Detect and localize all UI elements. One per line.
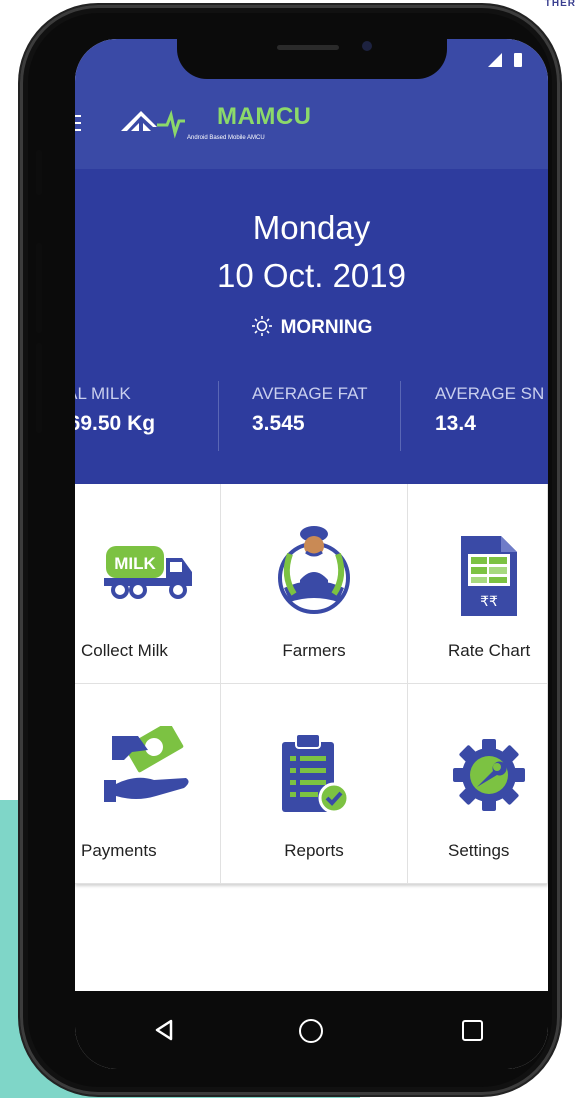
app-bar: MAMCU Android Based Mobile AMCU — [75, 89, 548, 169]
stat-label: TAL MILK — [75, 384, 131, 403]
average-fat-stat: AVERAGE FAT 3.545 — [252, 384, 368, 436]
logo-tagline: Android Based Mobile AMCU — [187, 135, 265, 141]
tile-rate-chart[interactable]: ₹₹ Rate Chart — [408, 484, 548, 684]
tile-collect-milk[interactable]: MILK Collect Milk — [75, 484, 221, 684]
speaker — [277, 45, 339, 50]
date-label: 10 Oct. 2019 — [217, 257, 406, 294]
stat-value: 269.50 Kg — [75, 412, 156, 435]
android-nav-bar — [75, 991, 548, 1069]
settings-icon — [452, 739, 525, 811]
stat-label: AVERAGE FAT — [252, 384, 368, 403]
svg-text:₹₹: ₹₹ — [480, 593, 498, 609]
svg-text:MILK: MILK — [114, 554, 156, 573]
divider — [218, 381, 219, 451]
total-milk-stat: TAL MILK 269.50 Kg — [75, 384, 155, 436]
notch — [177, 39, 447, 79]
signal-icon — [488, 53, 502, 67]
front-camera — [362, 41, 372, 51]
corner-brand-text: THER — [544, 0, 576, 9]
stat-value: 3.545 — [252, 412, 305, 435]
session-text: MORNING — [280, 317, 373, 338]
tile-payments[interactable]: Payments — [75, 684, 221, 884]
tile-label: Collect Milk — [81, 641, 168, 660]
farmer-icon — [278, 526, 350, 614]
tile-settings[interactable]: Settings — [408, 684, 548, 884]
session-label: MORNING — [75, 315, 548, 339]
volume-up-button — [36, 243, 42, 333]
tile-label: Reports — [284, 841, 344, 860]
logo-name: MAMCU — [217, 103, 312, 130]
milk-truck-icon: MILK — [103, 546, 192, 599]
mute-switch — [36, 150, 42, 195]
phone-frame: MAMCU Android Based Mobile AMCU Monday 1… — [20, 5, 560, 1095]
day-label: Monday — [252, 209, 371, 246]
reports-icon — [282, 733, 350, 814]
stat-value: 13.4 — [435, 412, 476, 435]
menu-grid: MILK Collect Milk Farmers ₹₹ Rate Chart … — [75, 484, 548, 884]
average-snf-stat: AVERAGE SN 13.4 — [435, 384, 544, 436]
tile-label: Rate Chart — [448, 641, 531, 660]
volume-down-button — [36, 343, 42, 433]
tile-label: Farmers — [282, 641, 346, 660]
recent-apps-icon[interactable] — [462, 1020, 483, 1041]
tile-label: Payments — [81, 841, 157, 860]
home-icon[interactable] — [299, 1019, 323, 1043]
battery-icon — [514, 53, 522, 67]
app-logo: MAMCU Android Based Mobile AMCU — [117, 101, 317, 149]
sun-icon — [251, 316, 272, 336]
divider — [400, 381, 401, 451]
menu-icon[interactable] — [75, 115, 81, 131]
logo-house-icon — [121, 109, 185, 139]
rate-chart-icon: ₹₹ — [460, 536, 517, 616]
stat-label: AVERAGE SN — [435, 384, 545, 403]
summary-panel: Monday 10 Oct. 2019 MORNING TAL MILK 269… — [75, 169, 548, 484]
status-icons — [488, 53, 522, 67]
tile-reports[interactable]: Reports — [221, 684, 408, 884]
tile-label: Settings — [448, 841, 510, 860]
payment-icon — [103, 726, 189, 802]
phone-screen: MAMCU Android Based Mobile AMCU Monday 1… — [75, 39, 548, 1069]
back-icon[interactable] — [153, 1019, 175, 1041]
tile-farmers[interactable]: Farmers — [221, 484, 408, 684]
